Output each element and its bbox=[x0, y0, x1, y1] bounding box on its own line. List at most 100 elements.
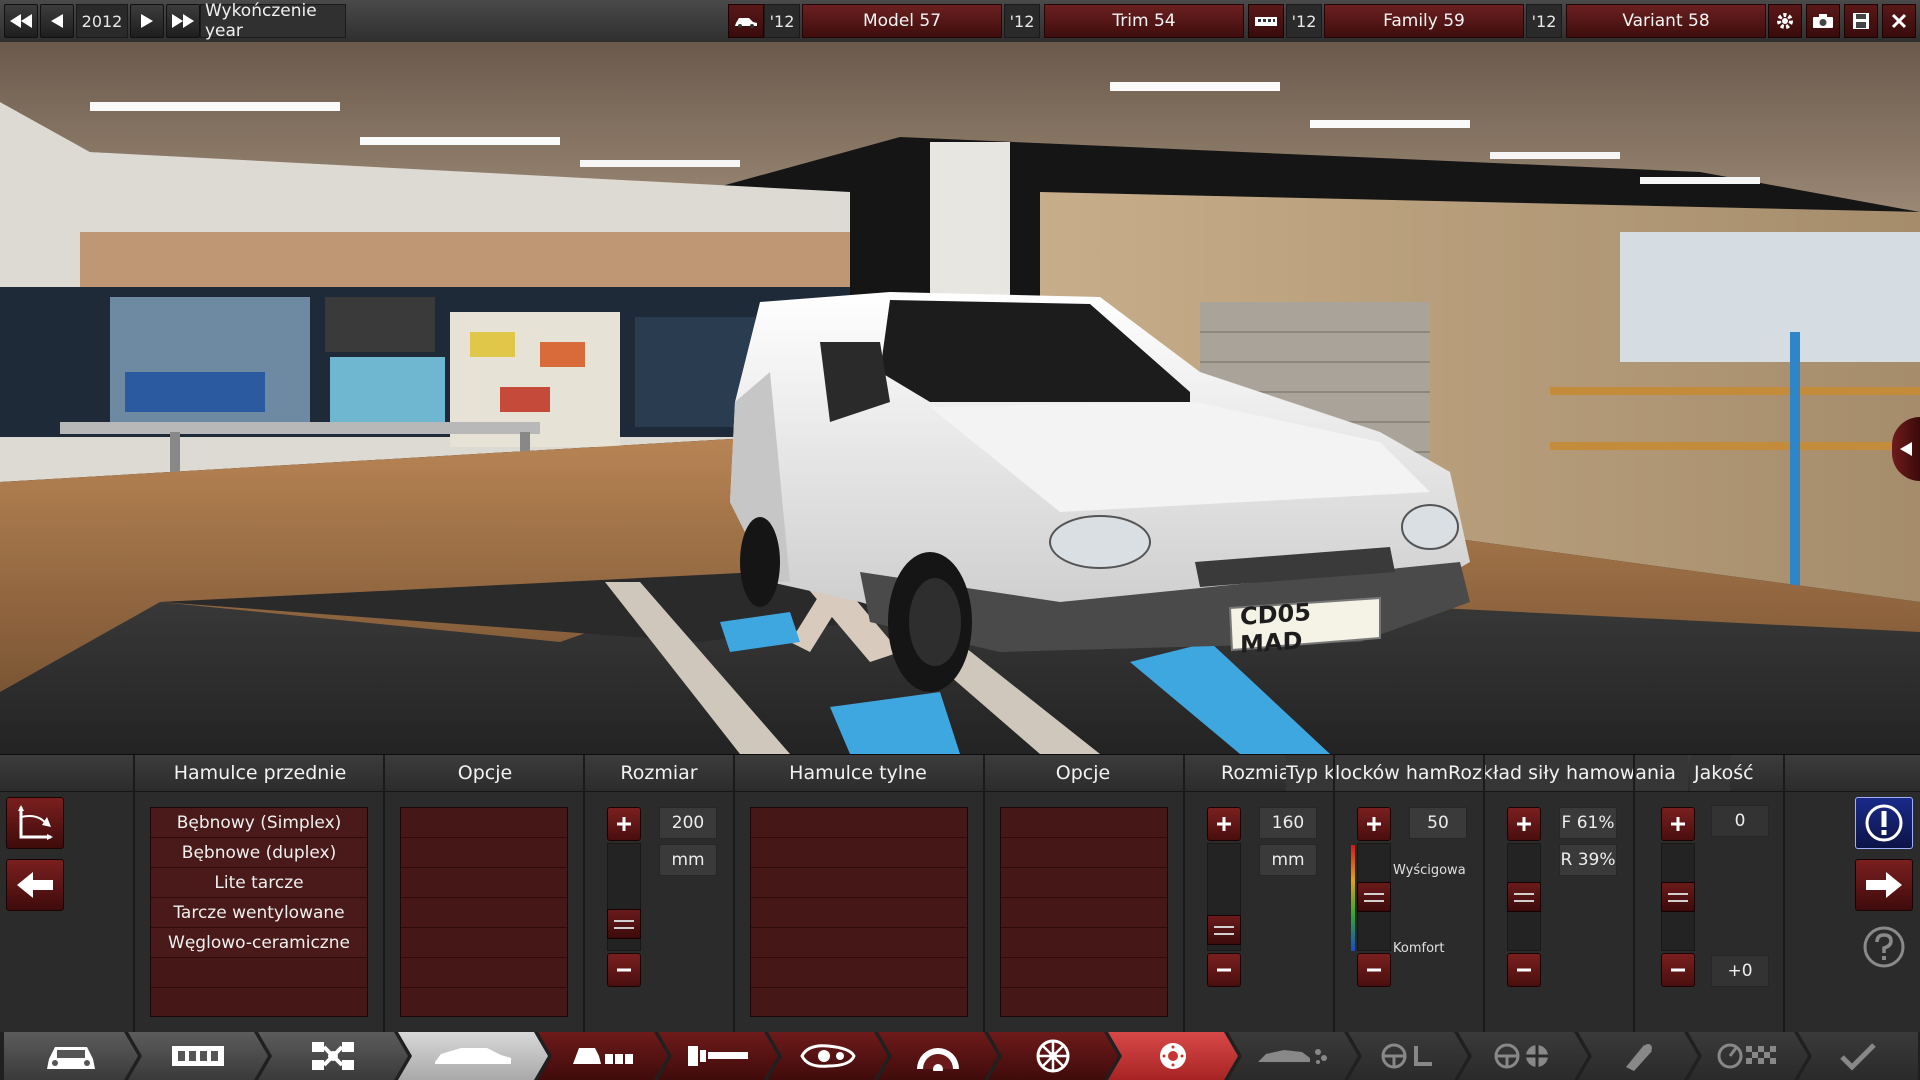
front-brake-option[interactable]: Tarcze wentylowane bbox=[151, 898, 367, 928]
quality-value: 0 bbox=[1711, 805, 1769, 837]
license-plate-text: CD05 MAD bbox=[1240, 597, 1311, 659]
pad-type-top-label: Wyścigowa bbox=[1393, 863, 1466, 878]
last-year-button[interactable] bbox=[166, 4, 200, 38]
top-bar: 2012 Wykończenie year '12 Model 57 '12 T… bbox=[0, 0, 1920, 43]
trim-selector[interactable]: Trim 54 bbox=[1044, 4, 1244, 38]
tab-interior[interactable] bbox=[538, 1032, 668, 1080]
previous-year-button[interactable] bbox=[40, 4, 74, 38]
front-brake-option[interactable]: Lite tarcze bbox=[151, 868, 367, 898]
car-button[interactable] bbox=[728, 4, 764, 38]
tab-car-design[interactable] bbox=[398, 1032, 548, 1080]
pad-type-increase-button[interactable] bbox=[1357, 807, 1391, 841]
rear-brakes-header: Hamulce tylne bbox=[789, 762, 927, 784]
bias-slider-thumb[interactable] bbox=[1507, 882, 1541, 912]
next-year-button[interactable] bbox=[130, 4, 164, 38]
tab-testing[interactable] bbox=[1688, 1032, 1808, 1080]
engine-button[interactable] bbox=[1248, 4, 1284, 38]
exhaust-icon bbox=[1626, 1044, 1652, 1071]
minus-icon bbox=[1517, 968, 1531, 972]
quality-decrease-button[interactable] bbox=[1661, 953, 1695, 987]
front-brake-option[interactable]: Bębnowy (Simplex) bbox=[151, 808, 367, 838]
empty-row bbox=[151, 958, 367, 988]
quality-increase-button[interactable] bbox=[1661, 807, 1695, 841]
quality-header: Jakość bbox=[1690, 755, 1754, 791]
tab-exhaust[interactable] bbox=[1578, 1032, 1698, 1080]
steering-crash-icon bbox=[1494, 1043, 1548, 1069]
close-button[interactable] bbox=[1882, 4, 1916, 38]
screenshot-button[interactable] bbox=[1806, 4, 1840, 38]
tab-safety[interactable] bbox=[1458, 1032, 1588, 1080]
tab-tires[interactable] bbox=[878, 1032, 998, 1080]
rear-size-increase-button[interactable] bbox=[1207, 807, 1241, 841]
plus-icon bbox=[1671, 817, 1685, 831]
variant-selector[interactable]: Variant 58 bbox=[1566, 4, 1766, 38]
family-selector[interactable]: Family 59 bbox=[1324, 4, 1524, 38]
front-size-decrease-button[interactable] bbox=[607, 953, 641, 987]
empty-row bbox=[401, 928, 567, 958]
tab-body[interactable] bbox=[4, 1032, 138, 1080]
front-options-header: Opcje bbox=[457, 762, 513, 784]
tab-drivetrain[interactable] bbox=[258, 1032, 408, 1080]
axis-angle-icon bbox=[18, 805, 53, 840]
pad-type-slider-thumb[interactable] bbox=[1357, 882, 1391, 912]
back-button[interactable] bbox=[6, 859, 64, 911]
empty-row bbox=[401, 988, 567, 1016]
front-brake-option[interactable]: Węglowo-ceramiczne bbox=[151, 928, 367, 958]
exclamation-icon bbox=[1865, 804, 1903, 842]
car-side-icon bbox=[435, 1048, 511, 1064]
tab-suspension[interactable] bbox=[658, 1032, 778, 1080]
save-button[interactable] bbox=[1844, 4, 1878, 38]
empty-row bbox=[751, 808, 967, 838]
suspension-icon bbox=[688, 1046, 748, 1066]
rear-size-decrease-button[interactable] bbox=[1207, 953, 1241, 987]
bias-rear-value: R 39% bbox=[1559, 844, 1617, 876]
settings-button[interactable] bbox=[1768, 4, 1802, 38]
family-year: '12 bbox=[1286, 4, 1322, 38]
front-size-slider-thumb[interactable] bbox=[607, 909, 641, 940]
tab-finish[interactable] bbox=[1798, 1032, 1918, 1080]
car-year: '12 bbox=[764, 4, 800, 38]
brakes-panel: Hamulce przednie Opcje Rozmiar Hamulce t… bbox=[0, 754, 1920, 1033]
tab-headlights[interactable] bbox=[768, 1032, 888, 1080]
rear-size-slider-thumb[interactable] bbox=[1207, 914, 1241, 945]
close-icon bbox=[1891, 13, 1907, 29]
section-tabs-toolbar bbox=[0, 1032, 1920, 1080]
camera-view-button[interactable] bbox=[6, 797, 64, 849]
tab-aerodynamics[interactable] bbox=[1228, 1032, 1358, 1080]
help-button[interactable] bbox=[1862, 925, 1906, 969]
bias-decrease-button[interactable] bbox=[1507, 953, 1541, 987]
quality-slider-thumb[interactable] bbox=[1661, 882, 1695, 912]
headlight-icon bbox=[800, 1044, 856, 1068]
empty-row bbox=[751, 838, 967, 868]
tab-wheels[interactable] bbox=[988, 1032, 1118, 1080]
empty-row bbox=[401, 808, 567, 838]
tab-engine-block[interactable] bbox=[128, 1032, 268, 1080]
model-selector[interactable]: Model 57 bbox=[802, 4, 1002, 38]
pad-type-decrease-button[interactable] bbox=[1357, 953, 1391, 987]
double-right-arrow-icon bbox=[172, 14, 194, 28]
pad-type-gradient bbox=[1351, 845, 1355, 951]
car-icon bbox=[735, 18, 757, 28]
minus-icon bbox=[1367, 968, 1381, 972]
next-button[interactable] bbox=[1855, 859, 1913, 911]
rear-size-unit: mm bbox=[1259, 844, 1317, 876]
variant-year: '12 bbox=[1526, 4, 1562, 38]
garage-3d-viewport[interactable]: CD05 MAD bbox=[0, 42, 1920, 754]
front-brake-option[interactable]: Bębnowe (duplex) bbox=[151, 838, 367, 868]
first-year-button[interactable] bbox=[4, 4, 38, 38]
empty-row bbox=[401, 898, 567, 928]
empty-row bbox=[401, 958, 567, 988]
bias-increase-button[interactable] bbox=[1507, 807, 1541, 841]
empty-row bbox=[751, 868, 967, 898]
front-options-list bbox=[400, 807, 568, 1017]
left-arrow-icon bbox=[1900, 442, 1912, 456]
warnings-button[interactable] bbox=[1855, 797, 1913, 849]
minus-icon bbox=[1217, 968, 1231, 972]
front-size-increase-button[interactable] bbox=[607, 807, 641, 841]
bias-front-value: F 61% bbox=[1559, 807, 1617, 839]
tab-interior-fittings[interactable] bbox=[1348, 1032, 1468, 1080]
left-arrow-icon bbox=[51, 14, 63, 28]
tab-brakes[interactable] bbox=[1108, 1032, 1238, 1080]
chassis-icon bbox=[312, 1042, 354, 1070]
engine-block-icon bbox=[1255, 17, 1277, 26]
